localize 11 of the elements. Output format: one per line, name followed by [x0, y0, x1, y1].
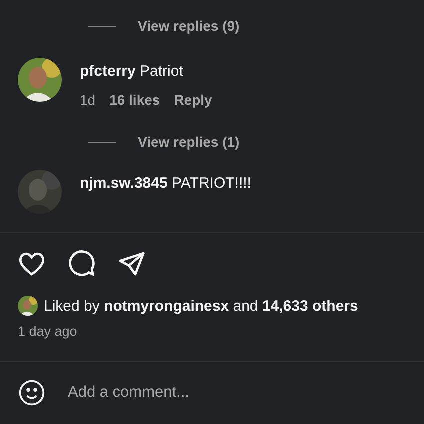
view-replies-button[interactable]: View replies (1)	[138, 134, 240, 150]
post-time: 1 day ago	[17, 323, 78, 339]
comment-time: 1d	[80, 92, 96, 108]
reply-button[interactable]: Reply	[174, 92, 212, 108]
comment-input[interactable]: Add a comment...	[66, 383, 406, 403]
comment-text: njm.sw.3845 PATRIOT!!!!	[80, 175, 252, 192]
comment-text: pfcterry Patriot	[80, 63, 184, 80]
liked-by-text: Liked by notmyrongainesx and 14,633 others	[44, 298, 358, 314]
view-replies-button[interactable]: View replies (9)	[138, 18, 240, 34]
likes-count[interactable]: 16 likes	[110, 92, 160, 108]
emoji-icon[interactable]	[18, 379, 46, 407]
